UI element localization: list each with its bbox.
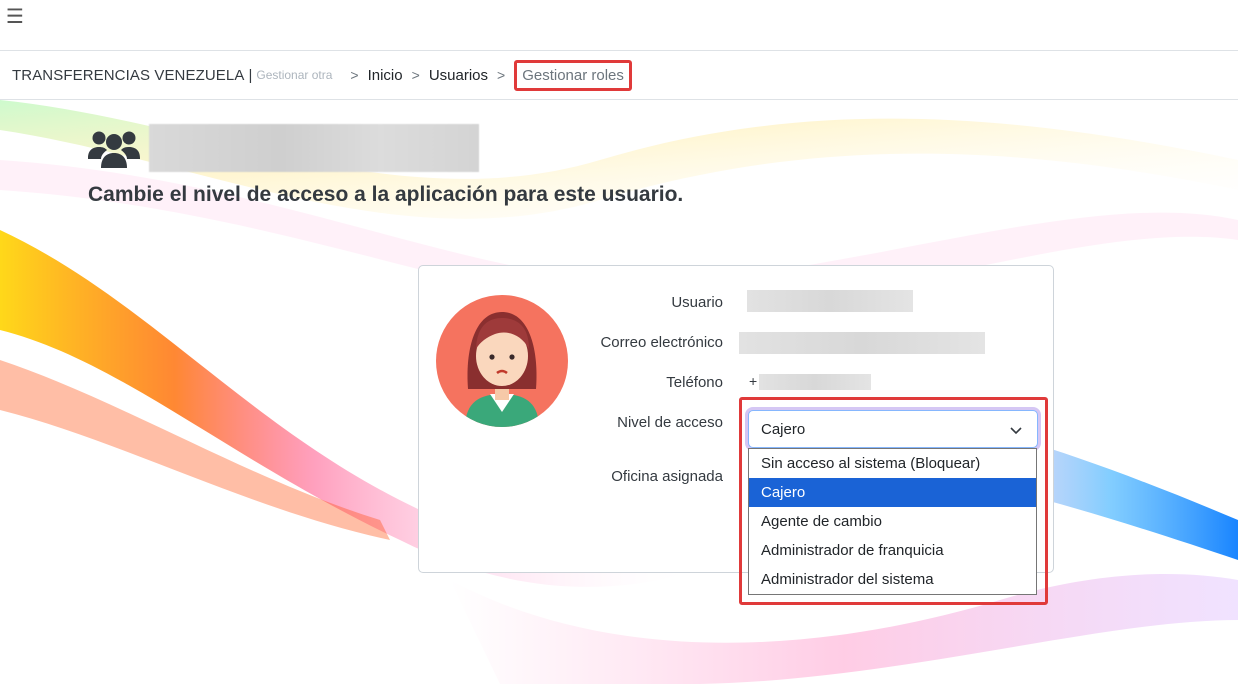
breadcrumb-current: Gestionar roles [514,59,632,91]
access-level-select[interactable]: Cajero [748,410,1038,448]
breadcrumb-separator: > [497,67,506,83]
label-telefono: Teléfono [666,374,723,391]
redacted-username [747,290,913,312]
breadcrumb-separator: > [350,67,359,83]
option-sin-acceso[interactable]: Sin acceso al sistema (Bloquear) [749,449,1036,478]
brand-separator: | [248,66,253,84]
access-level-selected-value: Cajero [761,421,806,438]
phone-prefix: + [749,373,758,389]
breadcrumb-usuarios[interactable]: Usuarios [429,67,488,84]
label-nivel-acceso: Nivel de acceso [617,414,723,431]
option-admin-sistema[interactable]: Administrador del sistema [749,565,1036,594]
option-agente-cambio[interactable]: Agente de cambio [749,507,1036,536]
top-bar: ☰ [0,0,1238,51]
redacted-email [739,332,985,354]
option-admin-franquicia[interactable]: Administrador de franquicia [749,536,1036,565]
manage-other-link[interactable]: Gestionar otra [256,68,332,82]
label-usuario: Usuario [671,294,723,311]
users-icon [88,131,140,168]
main-content: Cambie el nivel de acceso a la aplicació… [0,100,1238,684]
access-level-options: Sin acceso al sistema (Bloquear) Cajero … [748,448,1037,595]
breadcrumb: TRANSFERENCIAS VENEZUELA | Gestionar otr… [0,51,1238,100]
breadcrumb-separator: > [411,67,420,83]
redacted-user-name [149,124,479,172]
redacted-phone [759,374,871,390]
label-correo: Correo electrónico [600,334,723,351]
user-avatar-icon [436,295,568,427]
page-title: Cambie el nivel de acceso a la aplicació… [88,183,684,206]
brand-name: TRANSFERENCIAS VENEZUELA [12,66,245,84]
chevron-down-icon [1010,427,1022,435]
label-oficina: Oficina asignada [611,468,723,485]
breadcrumb-inicio[interactable]: Inicio [368,67,403,84]
option-cajero[interactable]: Cajero [749,478,1036,507]
hamburger-icon[interactable]: ☰ [6,6,24,28]
